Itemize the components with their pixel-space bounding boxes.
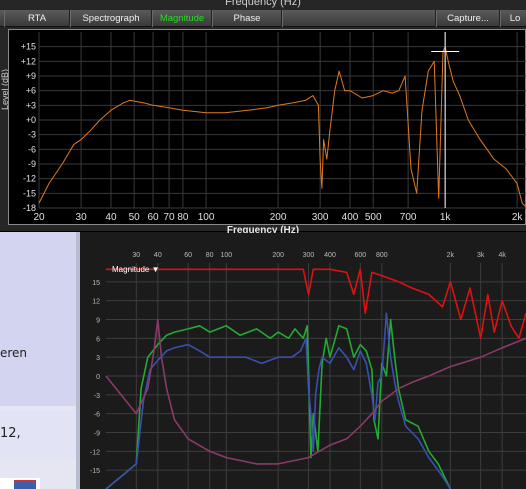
- capture-button[interactable]: Capture...: [436, 10, 500, 27]
- tab-bar: RTA Spectrograph Magnitude Phase Capture…: [0, 10, 526, 27]
- x-tick-label: 80: [206, 252, 214, 259]
- y-tick-label: +3: [26, 100, 36, 110]
- x-tick-label: 100: [198, 212, 215, 223]
- x-tick-label: 30: [76, 212, 88, 223]
- y-tick-label: +6: [26, 86, 36, 96]
- x-tick-label: 200: [272, 252, 284, 259]
- chart-svg-top: 20 30 40 50 60 70 80 100 200 300 400 500 700 1k 2k +15 +…: [21, 32, 526, 223]
- magnitude-plot-top: 20 30 40 50 60 70 80 100 200 300 400 500 700 1k 2k +15 +…: [8, 29, 526, 225]
- x-tick-label: 40: [154, 252, 162, 259]
- series-line-0: [38, 46, 526, 208]
- screenshot-root: eren 12, Frequency (Hz) RTA Spectrograph…: [0, 0, 526, 489]
- x-tick-label: 2k: [512, 212, 524, 223]
- x-tick-label: 60: [184, 252, 192, 259]
- x-tick-label: 3k: [477, 252, 485, 259]
- tab-spectrograph[interactable]: Spectrograph: [70, 10, 152, 27]
- x-tick-label: 100: [221, 252, 233, 259]
- background-panel: [0, 228, 76, 406]
- x-tick-label: 500: [365, 212, 382, 223]
- tab-lock[interactable]: Lo: [500, 10, 526, 27]
- analyzer-window-bottom: 30 40 60 80 100 200 300 400 600 800 2k 3k 4k 15 12 9 6 3 0…: [80, 233, 526, 489]
- y-tick-label: -12: [23, 174, 36, 184]
- y-tick-label: -6: [94, 412, 100, 419]
- y-tick-label: -3: [94, 393, 100, 400]
- x-tick-label: 800: [376, 252, 388, 259]
- window-title: Frequency (Hz): [225, 0, 301, 8]
- tab-rta[interactable]: RTA: [4, 10, 70, 27]
- tab-magnitude[interactable]: Magnitude: [152, 10, 212, 27]
- y-tick-label: -9: [28, 159, 36, 169]
- x-tick-label: 40: [105, 212, 117, 223]
- x-tick-label: 700: [400, 212, 417, 223]
- y-tick-label: -12: [90, 449, 100, 456]
- x-tick-label: 4k: [498, 252, 506, 259]
- y-tick-label: -15: [23, 188, 36, 198]
- background-text: eren: [0, 346, 28, 360]
- x-tick-label: 300: [312, 212, 329, 223]
- magnitude-title: Magnitude ▼: [112, 265, 160, 274]
- background-text: 12,: [0, 426, 21, 441]
- y-tick-label: -6: [28, 144, 36, 154]
- y-tick-label: +9: [26, 71, 36, 81]
- x-tick-label: 600: [354, 252, 366, 259]
- y-tick-label: -15: [90, 468, 100, 475]
- flag-icon: [0, 478, 40, 489]
- background-web-page: eren 12,: [0, 228, 80, 489]
- y-tick-label: -18: [23, 203, 36, 213]
- y-tick-label: 0: [96, 374, 100, 381]
- chart-svg-bottom: 30 40 60 80 100 200 300 400 600 800 2k 3k 4k15129630…: [80, 233, 526, 489]
- y-tick-label: 9: [96, 318, 100, 325]
- y-tick-label: 12: [92, 299, 100, 306]
- y-tick-label: -3: [28, 130, 36, 140]
- x-tick-label: 1k: [440, 212, 452, 223]
- x-tick-label: 70: [163, 212, 175, 223]
- x-tick-label: 60: [147, 212, 159, 223]
- x-tick-label: 2k: [447, 252, 455, 259]
- y-tick-label: 6: [96, 336, 100, 343]
- x-tick-label: 300: [303, 252, 315, 259]
- x-tick-label: 200: [270, 212, 287, 223]
- x-tick-label: 50: [129, 212, 141, 223]
- x-tick-label: 400: [342, 212, 359, 223]
- y-tick-label: +12: [21, 56, 36, 66]
- tab-spacer: [282, 10, 436, 27]
- y-tick-label: 3: [96, 355, 100, 362]
- analyzer-window-top: Frequency (Hz) RTA Spectrograph Magnitud…: [0, 0, 526, 236]
- x-tick-label: 400: [324, 252, 336, 259]
- y-tick-label: -9: [94, 431, 100, 438]
- x-tick-label: 80: [177, 212, 189, 223]
- y-tick-label: +15: [21, 42, 36, 52]
- x-tick-label: 20: [33, 212, 45, 223]
- y-tick-label: +0: [26, 115, 36, 125]
- tab-phase[interactable]: Phase: [212, 10, 282, 27]
- y-tick-label: 15: [92, 280, 100, 287]
- x-tick-label: 30: [132, 252, 140, 259]
